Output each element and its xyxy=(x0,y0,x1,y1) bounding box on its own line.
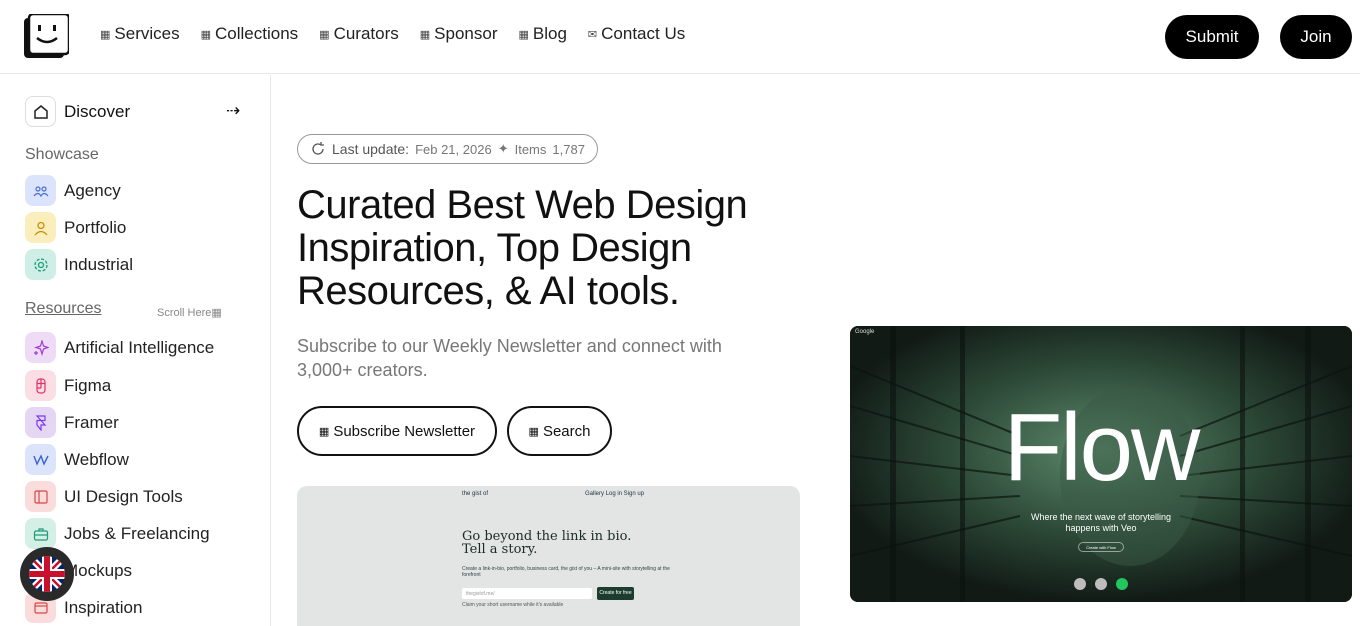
sidebar-item-jobs-freelancing[interactable]: Jobs & Freelancing xyxy=(25,518,210,549)
page-subtitle: Subscribe to our Weekly Newsletter and c… xyxy=(297,336,722,380)
site-preview-card[interactable]: the gist of Gallery Log in Sign up Go be… xyxy=(297,486,800,626)
briefcase-icon xyxy=(25,518,56,549)
preview-body: Create a link-in-bio, portfolio, busines… xyxy=(462,566,670,578)
preview-input: thegistof.me/ xyxy=(462,588,592,599)
sidebar-item-portfolio[interactable]: Portfolio xyxy=(25,212,126,243)
sidebar-item-webflow[interactable]: Webflow xyxy=(25,444,129,475)
preview-note: Claim your short username while it's ava… xyxy=(462,602,564,608)
sidebar-item-discover[interactable]: Discover xyxy=(25,96,130,127)
framer-icon xyxy=(25,407,56,438)
home-icon xyxy=(25,96,56,127)
nav-collections[interactable]: ▦ Collections xyxy=(201,24,299,44)
nav-curators[interactable]: ▦ Curators xyxy=(319,24,399,44)
preview-button: Create for free xyxy=(597,587,634,600)
search-button[interactable]: ▦ Search xyxy=(507,406,612,456)
sidebar-item-figma[interactable]: Figma xyxy=(25,370,111,401)
top-header: ▦ Services ▦ Collections ▦ Curators ▦ Sponso… xyxy=(0,0,1360,74)
users-icon xyxy=(25,175,56,206)
nav-services[interactable]: ▦ Services xyxy=(100,24,180,44)
sidebar-item-agency[interactable]: Agency xyxy=(25,175,121,206)
grid-icon: ▦ xyxy=(319,28,330,41)
nav-blog[interactable]: ▦ Blog xyxy=(518,24,566,44)
hero-tagline: Where the next wave of storytelling happ… xyxy=(1030,512,1172,533)
uk-flag-icon xyxy=(29,556,65,592)
section-title-showcase: Showcase xyxy=(25,146,99,163)
submit-button[interactable]: Submit xyxy=(1165,15,1259,59)
section-title-resources[interactable]: Resources xyxy=(25,300,101,318)
gear-icon xyxy=(25,249,56,280)
logo-icon[interactable] xyxy=(24,14,69,58)
scroll-icon: ▦ xyxy=(211,307,222,319)
figma-icon xyxy=(25,370,56,401)
preview-title: Go beyond the link in bio. Tell a story. xyxy=(462,529,632,557)
carousel-dot-2[interactable] xyxy=(1095,578,1107,590)
join-button[interactable]: Join xyxy=(1280,15,1352,59)
nav-sponsor[interactable]: ▦ Sponsor xyxy=(420,24,498,44)
sidebar-item-framer[interactable]: Framer xyxy=(25,407,119,438)
refresh-icon xyxy=(312,142,324,155)
carousel-dot-3[interactable] xyxy=(1116,578,1128,590)
sidebar-item-artificial-intelligence[interactable]: Artificial Intelligence xyxy=(25,332,214,363)
hero-cta-button: Create with Flow xyxy=(1078,542,1124,552)
grid-icon: ▦ xyxy=(518,28,529,41)
preview-brand: the gist of xyxy=(462,491,489,497)
sidebar-item-industrial[interactable]: Industrial xyxy=(25,249,133,280)
grid-icon: ▦ xyxy=(200,28,211,41)
grid-icon: ▦ xyxy=(100,28,111,41)
main-nav: ▦ Services ▦ Collections ▦ Curators ▦ Sponso… xyxy=(100,24,685,44)
mail-icon: ✉ xyxy=(587,28,598,41)
hero-brand: Google xyxy=(855,329,875,335)
scroll-hint: Scroll Here▦ xyxy=(157,307,222,319)
carousel-dot-1[interactable] xyxy=(1074,578,1086,590)
layout-icon xyxy=(25,481,56,512)
sidebar-item-ui-design-tools[interactable]: UI Design Tools xyxy=(25,481,183,512)
user-icon xyxy=(25,212,56,243)
hero-title: Flow xyxy=(1003,394,1201,501)
grid-icon: ▦ xyxy=(419,28,431,41)
nav-contact-us[interactable]: ✉ Contact Us xyxy=(588,24,685,44)
grid-icon: ▦ xyxy=(318,425,330,438)
language-switcher-button[interactable] xyxy=(20,547,74,601)
arrow-right-icon[interactable]: ⇢ xyxy=(226,101,240,121)
page-title: Curated Best Web Design Inspiration, Top… xyxy=(297,183,748,313)
hero-video-card[interactable]: Google Flow Where the next wave of story… xyxy=(850,326,1352,602)
grid-icon: ▦ xyxy=(528,425,539,438)
sparkle-icon xyxy=(25,332,56,363)
webflow-icon xyxy=(25,444,56,475)
last-update-badge: Last update: Feb 21, 2026 ✦ Items 1,787 xyxy=(297,134,598,164)
subscribe-newsletter-button[interactable]: ▦ Subscribe Newsletter xyxy=(297,406,497,456)
preview-links: Gallery Log in Sign up xyxy=(585,491,645,497)
sidebar: Discover ⇢ Showcase Agency Portfolio Ind… xyxy=(0,75,271,626)
